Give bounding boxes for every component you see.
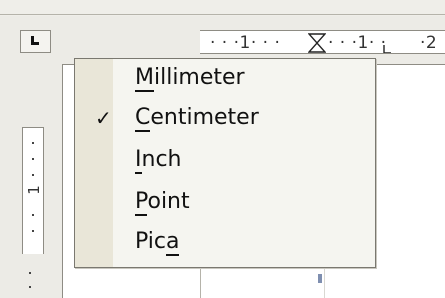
text-cursor-mark — [318, 274, 322, 283]
vertical-ruler[interactable]: 1 — [22, 127, 44, 254]
ruler-dot — [29, 272, 31, 274]
ruler-mark-3: ·2 — [420, 33, 438, 53]
menu-item-pica[interactable]: Pica — [75, 225, 375, 259]
menu-item-label: Millimeter — [135, 65, 245, 92]
menu-item-inch[interactable]: Inch — [75, 143, 375, 177]
indent-marker-icon[interactable] — [308, 33, 326, 53]
ruler-dot — [32, 230, 34, 232]
menu-item-label: Point — [135, 189, 190, 216]
left-tab-icon — [31, 36, 39, 45]
ruler-dot — [29, 286, 31, 288]
ruler-dot — [32, 158, 34, 160]
menu-item-label: Centimeter — [135, 105, 259, 132]
top-bar-divider — [0, 14, 445, 15]
tab-stop-selector-button[interactable] — [20, 30, 51, 53]
ruler-dot — [32, 214, 34, 216]
menu-item-label: Pica — [135, 229, 180, 256]
menu-item-millimeter[interactable]: Millimeter — [75, 61, 375, 95]
measurement-unit-menu: Millimeter ✓ Centimeter Inch Point Pica — [74, 58, 376, 268]
menu-item-point[interactable]: Point — [75, 185, 375, 219]
tab-stop-icon[interactable] — [383, 44, 393, 54]
vertical-ruler-label: 1 — [25, 185, 43, 195]
ruler-mark-1: · · ·1· · · — [210, 33, 281, 53]
horizontal-ruler[interactable]: · · ·1· · · · · ·1· · ·2 — [200, 30, 445, 54]
checkmark-icon: ✓ — [95, 106, 112, 130]
menu-item-label: Inch — [135, 147, 182, 174]
ruler-dot — [32, 142, 34, 144]
ruler-mark-2: · · ·1· · — [328, 33, 387, 53]
menu-item-centimeter[interactable]: ✓ Centimeter — [75, 101, 375, 135]
